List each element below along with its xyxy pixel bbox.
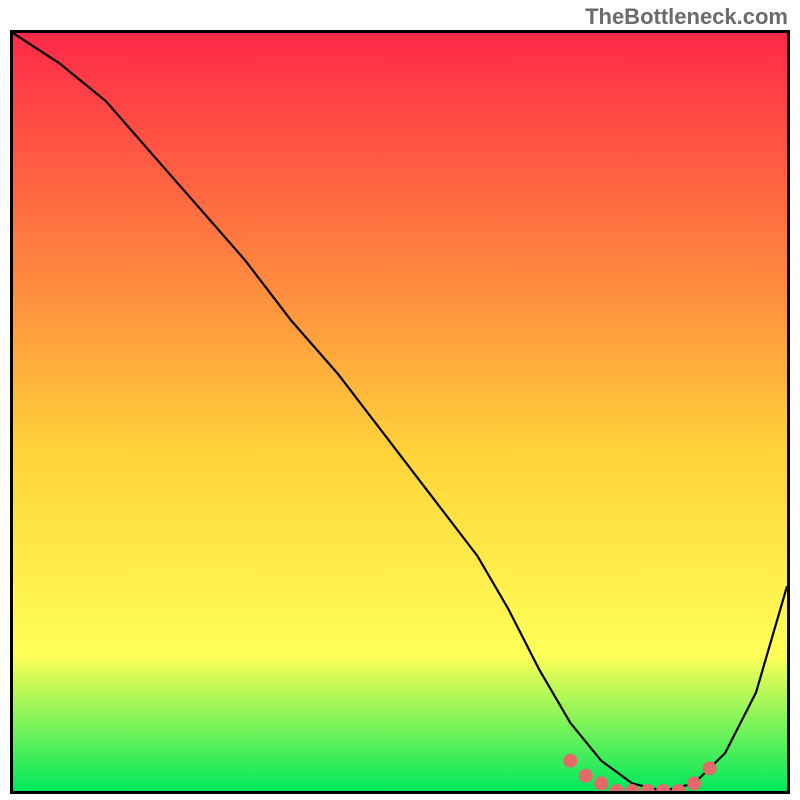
valley-marker-dot (687, 776, 701, 790)
valley-marker-dot (563, 754, 577, 768)
valley-marker-dot (703, 761, 717, 775)
chart-plot-area (10, 30, 790, 794)
watermark-text: TheBottleneck.com (585, 4, 788, 30)
valley-marker-dot (579, 769, 593, 783)
valley-marker-dot (594, 776, 608, 790)
chart-svg (13, 33, 787, 791)
gradient-background (13, 33, 787, 791)
